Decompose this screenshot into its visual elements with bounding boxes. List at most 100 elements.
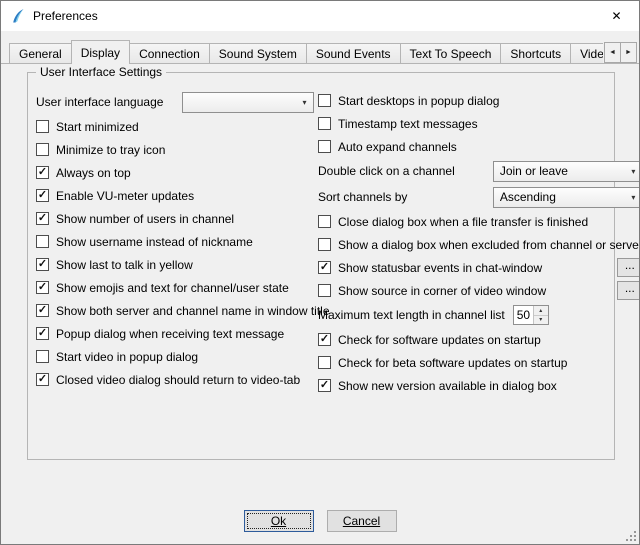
checkbox[interactable]: [318, 238, 331, 251]
checkbox-label: Close dialog box when a file transfer is…: [338, 215, 588, 229]
checkbox[interactable]: ✓: [36, 212, 49, 225]
checkbox[interactable]: [318, 356, 331, 369]
button-bar: Ok Cancel: [1, 510, 639, 532]
checkbox-label: Show statusbar events in chat-window: [338, 261, 542, 275]
sort-channels-value: Ascending: [500, 190, 625, 204]
max-text-length-row: Maximum text length in channel list 50 ▴…: [318, 303, 640, 327]
checkbox[interactable]: [36, 143, 49, 156]
checkbox-label: Show emojis and text for channel/user st…: [56, 281, 289, 295]
checkbox[interactable]: [318, 117, 331, 130]
max-text-length-value: 50: [514, 306, 533, 324]
checkbox-row-desktops-popup[interactable]: Start desktops in popup dialog: [318, 89, 640, 112]
checkbox-row-window-title[interactable]: ✓ Show both server and channel name in w…: [36, 299, 314, 322]
resize-grip[interactable]: [634, 539, 636, 541]
checkbox-row-show-user-count[interactable]: ✓ Show number of users in channel: [36, 207, 314, 230]
checkbox-row-popup-text-message[interactable]: ✓ Popup dialog when receiving text messa…: [36, 322, 314, 345]
checkbox-label: Popup dialog when receiving text message: [56, 327, 284, 341]
checkbox-row-always-on-top[interactable]: ✓ Always on top: [36, 161, 314, 184]
checkbox[interactable]: [36, 350, 49, 363]
checkbox-row-last-to-talk[interactable]: ✓ Show last to talk in yellow: [36, 253, 314, 276]
ok-button[interactable]: Ok: [244, 510, 314, 532]
checkbox-row-show-username[interactable]: Show username instead of nickname: [36, 230, 314, 253]
tab-sound-system[interactable]: Sound System: [209, 43, 307, 63]
checkbox-row-emojis[interactable]: ✓ Show emojis and text for channel/user …: [36, 276, 314, 299]
language-row: User interface language ▾: [36, 90, 314, 114]
checkbox[interactable]: ✓: [36, 327, 49, 340]
sort-channels-label: Sort channels by: [318, 190, 407, 204]
checkbox[interactable]: ✓: [318, 333, 331, 346]
double-click-combobox[interactable]: Join or leave ▾: [493, 161, 640, 182]
checkbox[interactable]: ✓: [36, 189, 49, 202]
statusbar-events-more-button[interactable]: ...: [617, 258, 640, 277]
checkbox-row-timestamp[interactable]: Timestamp text messages: [318, 112, 640, 135]
checkbox[interactable]: [318, 140, 331, 153]
checkbox[interactable]: [318, 94, 331, 107]
checkbox-row-video-source-corner[interactable]: Show source in corner of video window ..…: [318, 279, 640, 302]
checkbox-label: Show last to talk in yellow: [56, 258, 193, 272]
language-combobox[interactable]: ▾: [182, 92, 314, 113]
checkbox[interactable]: ✓: [36, 304, 49, 317]
tab-bar: General Display Connection Sound System …: [9, 40, 603, 64]
tab-scroll-left-icon[interactable]: ◄: [604, 42, 621, 63]
spin-down-icon[interactable]: ▾: [534, 316, 548, 325]
checkbox-row-beta-updates[interactable]: Check for beta software updates on start…: [318, 351, 640, 374]
checkbox-label: Check for beta software updates on start…: [338, 356, 567, 370]
checkbox-label: Closed video dialog should return to vid…: [56, 373, 300, 387]
checkbox-row-start-minimized[interactable]: Start minimized: [36, 115, 314, 138]
checkbox-label: Show new version available in dialog box: [338, 379, 557, 393]
checkbox-row-vu-meter[interactable]: ✓ Enable VU-meter updates: [36, 184, 314, 207]
tab-video[interactable]: Video: [570, 43, 603, 63]
spin-up-icon[interactable]: ▴: [534, 306, 548, 316]
max-text-length-spinner[interactable]: 50 ▴ ▾: [513, 305, 549, 325]
checkbox-label: Start video in popup dialog: [56, 350, 198, 364]
checkbox-label: Auto expand channels: [338, 140, 457, 154]
dropdown-arrow-icon: ▾: [625, 188, 640, 207]
titlebar: Preferences ✕: [1, 1, 639, 31]
checkbox-row-check-updates[interactable]: ✓ Check for software updates on startup: [318, 328, 640, 351]
checkbox-row-video-return-tab[interactable]: ✓ Closed video dialog should return to v…: [36, 368, 314, 391]
checkbox[interactable]: ✓: [36, 373, 49, 386]
checkbox[interactable]: ✓: [318, 379, 331, 392]
tab-connection[interactable]: Connection: [129, 43, 210, 63]
cancel-button[interactable]: Cancel: [327, 510, 397, 532]
user-interface-settings-group: User Interface Settings User interface l…: [27, 72, 615, 460]
app-icon: [10, 8, 26, 24]
checkbox-label: Show username instead of nickname: [56, 235, 253, 249]
checkbox-row-auto-expand[interactable]: Auto expand channels: [318, 135, 640, 158]
checkbox[interactable]: ✓: [36, 166, 49, 179]
close-icon[interactable]: ✕: [594, 1, 639, 31]
checkbox-row-video-popup[interactable]: Start video in popup dialog: [36, 345, 314, 368]
sort-channels-row: Sort channels by Ascending ▾: [318, 185, 640, 209]
checkbox-row-excluded-dialog[interactable]: Show a dialog box when excluded from cha…: [318, 233, 640, 256]
checkbox[interactable]: [36, 120, 49, 133]
checkbox-row-file-transfer[interactable]: Close dialog box when a file transfer is…: [318, 210, 640, 233]
tab-shortcuts[interactable]: Shortcuts: [500, 43, 571, 63]
video-source-more-button[interactable]: ...: [617, 281, 640, 300]
tab-scroll-right-icon[interactable]: ►: [620, 42, 637, 63]
double-click-label: Double click on a channel: [318, 164, 455, 178]
checkbox-label: Show number of users in channel: [56, 212, 234, 226]
preferences-window: Preferences ✕ General Display Connection…: [0, 0, 640, 545]
tab-scroll-buttons: ◄ ►: [604, 42, 637, 63]
tab-display[interactable]: Display: [71, 40, 130, 64]
tab-general[interactable]: General: [9, 43, 72, 63]
checkbox-row-new-version-dialog[interactable]: ✓ Show new version available in dialog b…: [318, 374, 640, 397]
checkbox-label: Show a dialog box when excluded from cha…: [338, 238, 640, 252]
checkbox[interactable]: [318, 284, 331, 297]
left-column: User interface language ▾ Start minimize…: [36, 89, 314, 453]
checkbox[interactable]: [36, 235, 49, 248]
sort-channels-combobox[interactable]: Ascending ▾: [493, 187, 640, 208]
checkbox-row-minimize-to-tray[interactable]: Minimize to tray icon: [36, 138, 314, 161]
checkbox[interactable]: ✓: [318, 261, 331, 274]
checkbox-label: Check for software updates on startup: [338, 333, 541, 347]
tab-sound-events[interactable]: Sound Events: [306, 43, 401, 63]
checkbox[interactable]: ✓: [36, 258, 49, 271]
window-title: Preferences: [33, 9, 98, 23]
checkbox-label: Minimize to tray icon: [56, 143, 165, 157]
checkbox[interactable]: ✓: [36, 281, 49, 294]
checkbox-label: Start desktops in popup dialog: [338, 94, 499, 108]
checkbox-label: Show source in corner of video window: [338, 284, 546, 298]
checkbox-row-statusbar-events[interactable]: ✓ Show statusbar events in chat-window .…: [318, 256, 640, 279]
tab-text-to-speech[interactable]: Text To Speech: [400, 43, 502, 63]
checkbox[interactable]: [318, 215, 331, 228]
